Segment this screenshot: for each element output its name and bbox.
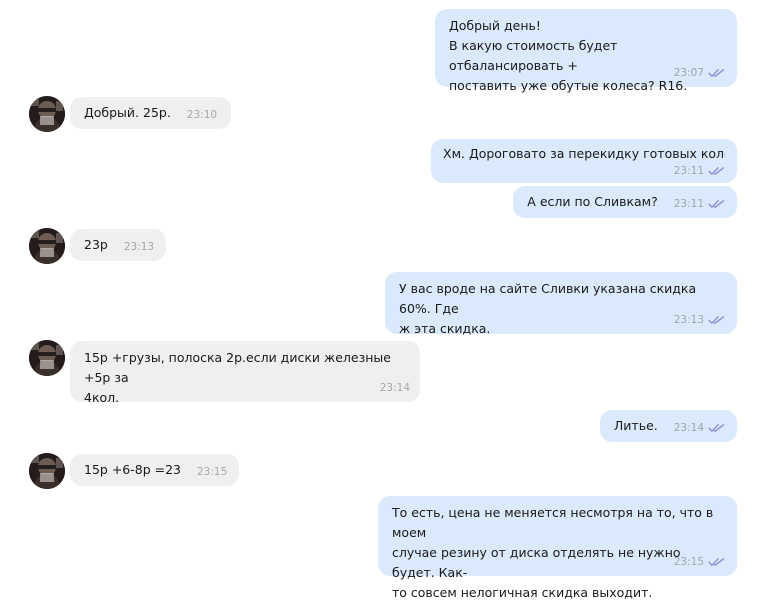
outgoing-message[interactable]: А если по Сливкам? 23:11 bbox=[513, 186, 737, 218]
message-time: 23:14 bbox=[379, 382, 410, 394]
message-meta: 23:14 bbox=[674, 422, 725, 434]
outgoing-message[interactable]: Хм. Дороговато за перекидку готовых коле… bbox=[431, 139, 737, 183]
message-text-line: Добрый день! bbox=[449, 18, 541, 33]
message-text-line: 4кол. bbox=[84, 390, 120, 405]
message-text: Литье. bbox=[613, 418, 658, 433]
message-text: А если по Сливкам? bbox=[527, 194, 658, 209]
outgoing-message[interactable]: Литье. 23:14 bbox=[599, 410, 737, 442]
outgoing-message[interactable]: У вас вроде на сайте Сливки указана скид… bbox=[385, 272, 737, 336]
message-meta: 23:11 bbox=[674, 165, 725, 177]
message-text-line: поставить уже обутые колеса? R16. bbox=[449, 78, 688, 93]
outgoing-message[interactable]: Добрый день! В какую стоимость будет отб… bbox=[435, 9, 737, 93]
contact-avatar[interactable] bbox=[29, 96, 65, 132]
incoming-message[interactable]: 15р +6-8р =23 23:15 bbox=[70, 454, 240, 486]
message-time: 23:10 bbox=[186, 108, 218, 121]
incoming-message[interactable]: 23р 23:13 bbox=[70, 229, 167, 261]
message-meta: 23:11 bbox=[674, 198, 725, 210]
outgoing-message[interactable]: То есть, цена не меняется несмотря на то… bbox=[378, 496, 737, 600]
message-meta: 23:15 bbox=[674, 556, 725, 568]
message-meta: 23:14 bbox=[380, 382, 410, 394]
double-check-icon bbox=[708, 166, 725, 176]
message-text: Добрый. 25р. bbox=[84, 105, 171, 120]
contact-avatar[interactable] bbox=[29, 453, 65, 489]
contact-avatar[interactable] bbox=[29, 340, 65, 376]
message-meta: 23:07 bbox=[674, 67, 725, 79]
message-meta: 23:10 bbox=[187, 109, 217, 121]
incoming-message[interactable]: Добрый. 25р. 23:10 bbox=[70, 97, 232, 129]
message-text: Хм. Дороговато за перекидку готовых коле… bbox=[443, 146, 725, 161]
message-text-line: У вас вроде на сайте Сливки указана скид… bbox=[399, 281, 701, 316]
message-text-line: То есть, цена не меняется несмотря на то… bbox=[392, 505, 718, 540]
message-time: 23:13 bbox=[673, 314, 704, 326]
message-time: 23:15 bbox=[196, 465, 228, 478]
double-check-icon bbox=[708, 315, 725, 325]
double-check-icon bbox=[708, 423, 725, 433]
message-time: 23:07 bbox=[673, 67, 704, 79]
message-time: 23:13 bbox=[123, 240, 155, 253]
message-meta: 23:13 bbox=[124, 241, 154, 253]
chat-thread: Добрый день! В какую стоимость будет отб… bbox=[0, 0, 757, 600]
message-time: 23:11 bbox=[673, 197, 704, 210]
message-text-line: 15р +грузы, полоска 2р.если диски железн… bbox=[84, 350, 395, 385]
double-check-icon bbox=[708, 557, 725, 567]
incoming-message[interactable]: 15р +грузы, полоска 2р.если диски железн… bbox=[70, 341, 420, 405]
contact-avatar[interactable] bbox=[29, 228, 65, 264]
message-time: 23:15 bbox=[673, 556, 704, 568]
message-text-line: то совсем нелогичная скидка выходит. bbox=[392, 585, 653, 600]
message-text: 23р bbox=[84, 237, 108, 252]
double-check-icon bbox=[708, 68, 725, 78]
message-meta: 23:15 bbox=[197, 466, 227, 478]
message-time: 23:14 bbox=[673, 421, 704, 434]
double-check-icon bbox=[708, 199, 725, 209]
message-text: 15р +6-8р =23 bbox=[84, 462, 181, 477]
message-meta: 23:13 bbox=[674, 314, 725, 326]
message-time: 23:11 bbox=[673, 165, 704, 177]
